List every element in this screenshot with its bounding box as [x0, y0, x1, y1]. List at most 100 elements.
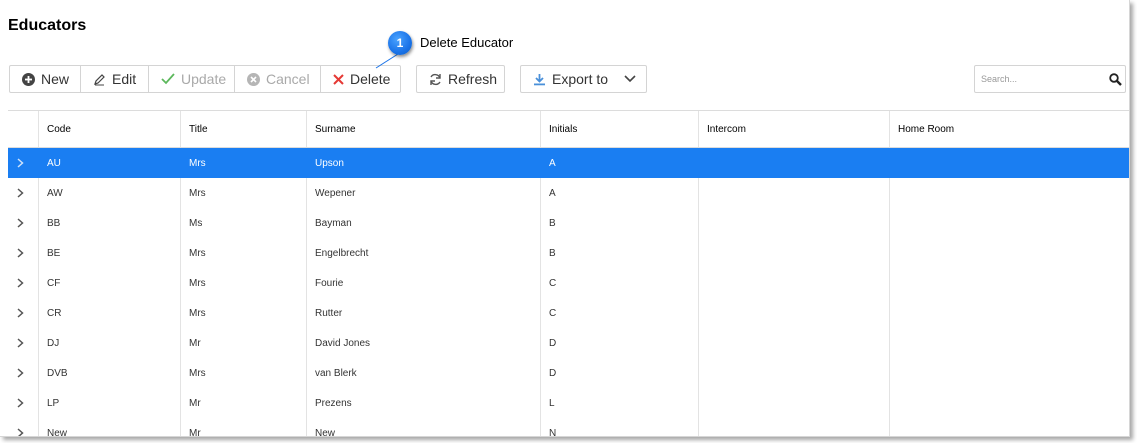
- cell-initials: A: [541, 148, 699, 178]
- update-label: Update: [181, 71, 227, 87]
- row-expand-cell[interactable]: [8, 418, 39, 436]
- row-expand-cell[interactable]: [8, 208, 39, 238]
- update-button[interactable]: Update: [149, 66, 235, 92]
- column-header-intercom[interactable]: Intercom: [699, 111, 890, 147]
- row-expand-cell[interactable]: [8, 238, 39, 268]
- cell-initials: L: [541, 388, 699, 418]
- refresh-label: Refresh: [448, 71, 498, 87]
- cell-intercom: [699, 358, 890, 388]
- refresh-button[interactable]: Refresh: [417, 66, 504, 92]
- table-row[interactable]: DJ Mr David Jones D: [8, 328, 1129, 358]
- cell-initials: N: [541, 418, 699, 436]
- row-expand-cell[interactable]: [8, 298, 39, 328]
- row-expand-cell[interactable]: [8, 268, 39, 298]
- chevron-right-icon[interactable]: [17, 218, 24, 228]
- search-icon[interactable]: [1109, 72, 1122, 86]
- chevron-right-icon[interactable]: [17, 188, 24, 198]
- cell-title: Mr: [181, 328, 307, 358]
- chevron-right-icon[interactable]: [17, 158, 24, 168]
- cancel-button[interactable]: Cancel: [235, 66, 321, 92]
- column-header-title[interactable]: Title: [181, 111, 307, 147]
- cell-surname: Wepener: [307, 178, 541, 208]
- row-expand-cell[interactable]: [8, 358, 39, 388]
- plus-circle-icon: [22, 72, 35, 86]
- chevron-right-icon[interactable]: [17, 308, 24, 318]
- cell-title: Mr: [181, 418, 307, 436]
- cell-surname: van Blerk: [307, 358, 541, 388]
- cell-initials: B: [541, 208, 699, 238]
- cell-initials: C: [541, 268, 699, 298]
- cell-home-room: [890, 178, 1129, 208]
- column-header-initials[interactable]: Initials: [541, 111, 699, 147]
- chevron-right-icon[interactable]: [17, 368, 24, 378]
- cell-home-room: [890, 238, 1129, 268]
- table-row[interactable]: BE Mrs Engelbrecht B: [8, 238, 1129, 268]
- table-row[interactable]: AW Mrs Wepener A: [8, 178, 1129, 208]
- cell-surname: New: [307, 418, 541, 436]
- row-expand-cell[interactable]: [8, 148, 39, 178]
- cell-code: BE: [39, 238, 181, 268]
- chevron-right-icon[interactable]: [17, 338, 24, 348]
- export-dropdown-button[interactable]: Export to: [521, 66, 646, 92]
- chevron-right-icon[interactable]: [17, 428, 24, 436]
- chevron-right-icon[interactable]: [17, 398, 24, 408]
- refresh-icon: [429, 73, 442, 86]
- refresh-group: Refresh: [416, 65, 505, 93]
- table-row[interactable]: New Mr New N: [8, 418, 1129, 436]
- edit-button[interactable]: Edit: [81, 66, 149, 92]
- table-row[interactable]: DVB Mrs van Blerk D: [8, 358, 1129, 388]
- pencil-icon: [93, 73, 106, 86]
- table-row[interactable]: CF Mrs Fourie C: [8, 268, 1129, 298]
- cell-title: Mrs: [181, 238, 307, 268]
- cell-surname: Engelbrecht: [307, 238, 541, 268]
- chevron-right-icon[interactable]: [17, 278, 24, 288]
- cell-surname: Fourie: [307, 268, 541, 298]
- column-header-home-room[interactable]: Home Room: [890, 111, 1129, 147]
- cell-home-room: [890, 268, 1129, 298]
- row-expand-cell[interactable]: [8, 178, 39, 208]
- educators-grid: Code Title Surname Initials Intercom Hom…: [8, 110, 1129, 436]
- new-label: New: [41, 71, 70, 87]
- cell-home-room: [890, 208, 1129, 238]
- cell-intercom: [699, 328, 890, 358]
- row-expand-cell[interactable]: [8, 388, 39, 418]
- cell-initials: C: [541, 298, 699, 328]
- download-icon: [533, 73, 546, 86]
- column-header-surname[interactable]: Surname: [307, 111, 541, 147]
- cell-intercom: [699, 268, 890, 298]
- delete-x-icon: [333, 73, 344, 85]
- cell-home-room: [890, 418, 1129, 436]
- table-row[interactable]: LP Mr Prezens L: [8, 388, 1129, 418]
- row-expand-cell[interactable]: [8, 328, 39, 358]
- delete-button[interactable]: Delete: [321, 66, 400, 92]
- cell-title: Mrs: [181, 298, 307, 328]
- cell-initials: D: [541, 358, 699, 388]
- cell-title: Mrs: [181, 148, 307, 178]
- cancel-label: Cancel: [266, 71, 310, 87]
- cell-code: CR: [39, 298, 181, 328]
- table-row[interactable]: CR Mrs Rutter C: [8, 298, 1129, 328]
- new-button[interactable]: New: [10, 66, 81, 92]
- cell-intercom: [699, 148, 890, 178]
- cell-code: AU: [39, 148, 181, 178]
- cell-initials: D: [541, 328, 699, 358]
- column-header-code[interactable]: Code: [39, 111, 181, 147]
- search-input[interactable]: [979, 73, 1105, 85]
- cell-code: New: [39, 418, 181, 436]
- cell-title: Mrs: [181, 268, 307, 298]
- table-row[interactable]: AU Mrs Upson A: [8, 148, 1129, 178]
- cell-intercom: [699, 208, 890, 238]
- chevron-right-icon[interactable]: [17, 248, 24, 258]
- checkmark-icon: [161, 73, 175, 85]
- cell-surname: Upson: [307, 148, 541, 178]
- table-row[interactable]: BB Ms Bayman B: [8, 208, 1129, 238]
- cell-surname: David Jones: [307, 328, 541, 358]
- cell-code: CF: [39, 268, 181, 298]
- grid-header: Code Title Surname Initials Intercom Hom…: [8, 111, 1129, 148]
- callout-badge: 1: [388, 31, 412, 55]
- cell-intercom: [699, 178, 890, 208]
- cell-code: BB: [39, 208, 181, 238]
- educators-panel: Educators New Edit Update Cancel Delete …: [0, 0, 1130, 437]
- callout-text: Delete Educator: [420, 35, 514, 50]
- cell-intercom: [699, 418, 890, 436]
